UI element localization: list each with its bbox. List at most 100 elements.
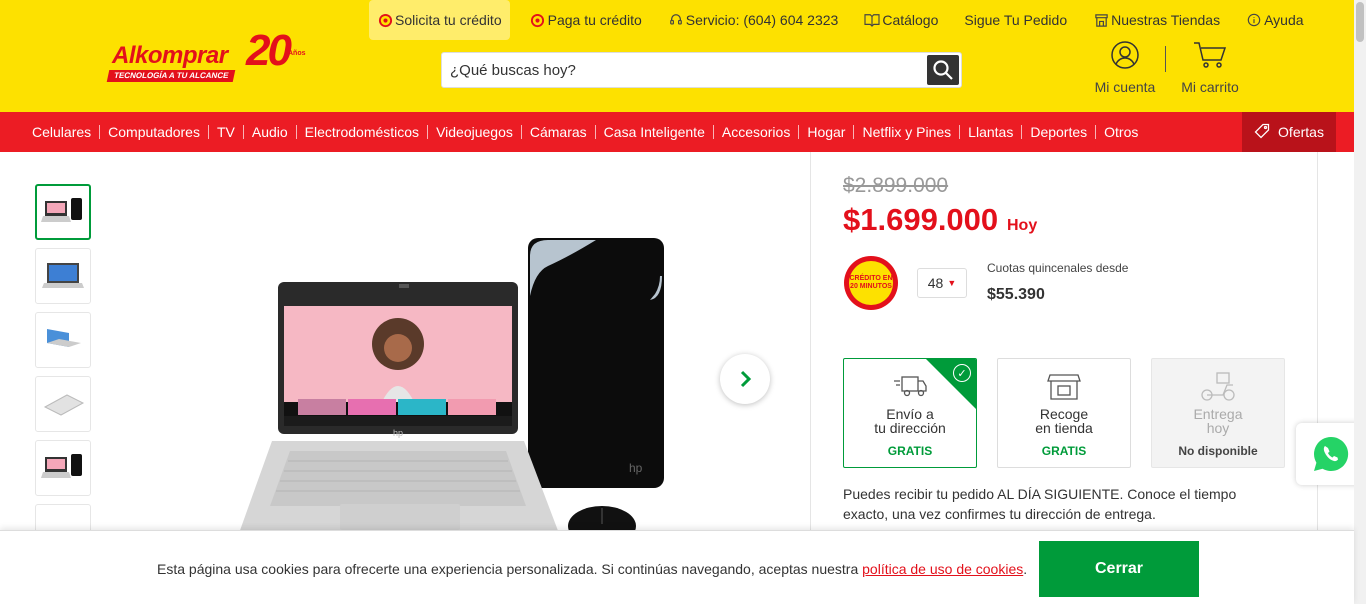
shipping-availability: No disponible: [1178, 444, 1258, 458]
cart-link[interactable]: Mi carrito: [1175, 40, 1245, 95]
laptop-sleeve-thumb: [41, 198, 82, 222]
toplink-tiendas[interactable]: Nuestras Tiendas: [1085, 0, 1228, 40]
next-image-button[interactable]: [720, 354, 770, 404]
search-box: [441, 52, 962, 88]
nav-item-electrodomesticos[interactable]: Electrodomésticos: [297, 112, 427, 152]
toplink-label: Catálogo: [882, 12, 939, 28]
cookie-banner: Esta página usa cookies para ofrecerte u…: [0, 530, 1354, 604]
account-link[interactable]: Mi cuenta: [1089, 40, 1161, 95]
nav-item-netflix-pines[interactable]: Netflix y Pines: [854, 112, 959, 152]
shipping-option-recoge[interactable]: Recoge en tienda GRATIS: [997, 358, 1131, 468]
chevron-down-icon: ▼: [947, 278, 957, 288]
pay-badge-icon: [530, 12, 546, 28]
page-scrollbar[interactable]: [1354, 0, 1366, 604]
thumbnail-2[interactable]: [35, 248, 91, 304]
nav-item-casa-inteligente[interactable]: Casa Inteligente: [596, 112, 713, 152]
toplink-servicio[interactable]: Servicio: (604) 604 2323: [660, 0, 847, 40]
header-divider: [1165, 46, 1166, 72]
thumbnail-1[interactable]: [35, 184, 91, 240]
nav-offer-label: Ofertas: [1278, 124, 1324, 140]
page: Alkomprar TECNOLOGÍA A TU ALCANCE 20 Año…: [0, 0, 1366, 604]
installments-label: Cuotas quincenales desde: [987, 261, 1129, 275]
toplink-catalogo[interactable]: Catálogo: [856, 0, 946, 40]
toplink-solicita-credito[interactable]: Solicita tu crédito: [369, 0, 510, 40]
whatsapp-icon: [1314, 436, 1349, 471]
account-label: Mi cuenta: [1094, 79, 1156, 95]
top-links: Solicita tu crédito Paga tu crédito Serv…: [369, 0, 1322, 40]
cart-label: Mi carrito: [1181, 79, 1239, 95]
search-input[interactable]: [450, 53, 920, 87]
shipping-title: Envío a tu dirección: [874, 406, 946, 436]
headset-icon: [668, 12, 684, 28]
store-icon: [1093, 12, 1109, 28]
toplink-label: Sigue Tu Pedido: [964, 12, 1068, 28]
store-pickup-icon: [998, 371, 1130, 403]
shipping-price: GRATIS: [1041, 444, 1087, 458]
nav-item-videojuegos[interactable]: Videojuegos: [428, 112, 521, 152]
alkomprar-logo[interactable]: Alkomprar TECNOLOGÍA A TU ALCANCE 20 Año…: [106, 26, 323, 88]
laptop-bundle-thumb: [41, 454, 82, 478]
thumbnail-5[interactable]: [35, 440, 91, 496]
nav-item-computadores[interactable]: Computadores: [100, 112, 208, 152]
toplink-paga-credito[interactable]: Paga tu crédito: [522, 0, 650, 40]
logo-anniversary: 20: [246, 26, 292, 75]
scooter-icon: [1152, 371, 1284, 403]
product-image: hp hp: [230, 236, 670, 546]
toplink-label: Nuestras Tiendas: [1111, 12, 1221, 28]
toplink-sigue-pedido[interactable]: Sigue Tu Pedido: [956, 0, 1075, 40]
sleeve-hp-logo: hp: [629, 461, 643, 475]
search-icon: [933, 60, 953, 80]
installments-value: 48: [927, 275, 944, 291]
nav-item-accesorios[interactable]: Accesorios: [714, 112, 798, 152]
toplink-label: Servicio: (604) 604 2323: [685, 12, 839, 28]
credit-badge-text: CRÉDITO EN 20 MINUTOS: [849, 261, 893, 305]
logo-anniversary-label: Años: [288, 50, 306, 57]
toplink-label: Solicita tu crédito: [395, 12, 502, 28]
nav-item-hogar[interactable]: Hogar: [799, 112, 853, 152]
truck-icon: [844, 371, 976, 403]
credit-20-min-badge: CRÉDITO EN 20 MINUTOS: [844, 256, 898, 310]
toplink-label: Paga tu crédito: [547, 12, 642, 28]
installments-select[interactable]: 48 ▼: [917, 268, 967, 298]
logo-wordmark: Alkomprar: [112, 42, 228, 69]
old-price: $2.899.000: [843, 174, 949, 197]
logo-tagline: TECNOLOGÍA A TU ALCANCE: [106, 70, 236, 82]
shipping-option-envio[interactable]: ✓ Envío a tu dirección GRATIS: [843, 358, 977, 468]
credit-badge-icon: [377, 12, 393, 28]
nav-item-otros[interactable]: Otros: [1096, 112, 1146, 152]
chevron-right-icon: [740, 370, 752, 388]
shipping-title: Entrega hoy: [1193, 406, 1243, 436]
user-icon: [1111, 41, 1139, 69]
nav-item-ofertas[interactable]: Ofertas: [1242, 112, 1336, 152]
thumbnail-4[interactable]: [35, 376, 91, 432]
header: Alkomprar TECNOLOGÍA A TU ALCANCE 20 Año…: [0, 0, 1366, 112]
delivery-info: Puedes recibir tu pedido AL DÍA SIGUIENT…: [843, 486, 1237, 522]
current-price: $1.699.000: [843, 202, 999, 237]
category-nav: Celulares Computadores TV Audio Electrod…: [0, 112, 1366, 152]
price-suffix: Hoy: [1007, 217, 1038, 234]
nav-item-celulares[interactable]: Celulares: [24, 112, 99, 152]
scrollbar-thumb[interactable]: [1356, 2, 1364, 42]
toplink-ayuda[interactable]: Ayuda: [1238, 0, 1311, 40]
shipping-title: Recoge en tienda: [1035, 406, 1093, 436]
nav-item-llantas[interactable]: Llantas: [960, 112, 1021, 152]
installment-amount: $55.390: [987, 286, 1045, 303]
nav-item-camaras[interactable]: Cámaras: [522, 112, 595, 152]
cart-icon: [1194, 42, 1227, 68]
cookie-policy-link[interactable]: política de uso de cookies: [862, 561, 1023, 577]
nav-item-deportes[interactable]: Deportes: [1022, 112, 1095, 152]
laptop-front-thumb: [42, 263, 84, 288]
thumbnail-list: [35, 184, 91, 568]
shipping-option-hoy: Entrega hoy No disponible: [1151, 358, 1285, 468]
cookie-close-button[interactable]: Cerrar: [1039, 541, 1199, 597]
nav-item-audio[interactable]: Audio: [244, 112, 296, 152]
laptop-closed-thumb: [43, 394, 85, 416]
thumbnail-3[interactable]: [35, 312, 91, 368]
toplink-label: Ayuda: [1264, 12, 1304, 28]
catalog-icon: [864, 12, 880, 28]
laptop-angle-thumb: [47, 329, 81, 347]
search-button[interactable]: [927, 55, 959, 85]
nav-item-tv[interactable]: TV: [209, 112, 243, 152]
cookie-text: Esta página usa cookies para ofrecerte u…: [157, 561, 1028, 577]
shipping-price: GRATIS: [887, 444, 933, 458]
